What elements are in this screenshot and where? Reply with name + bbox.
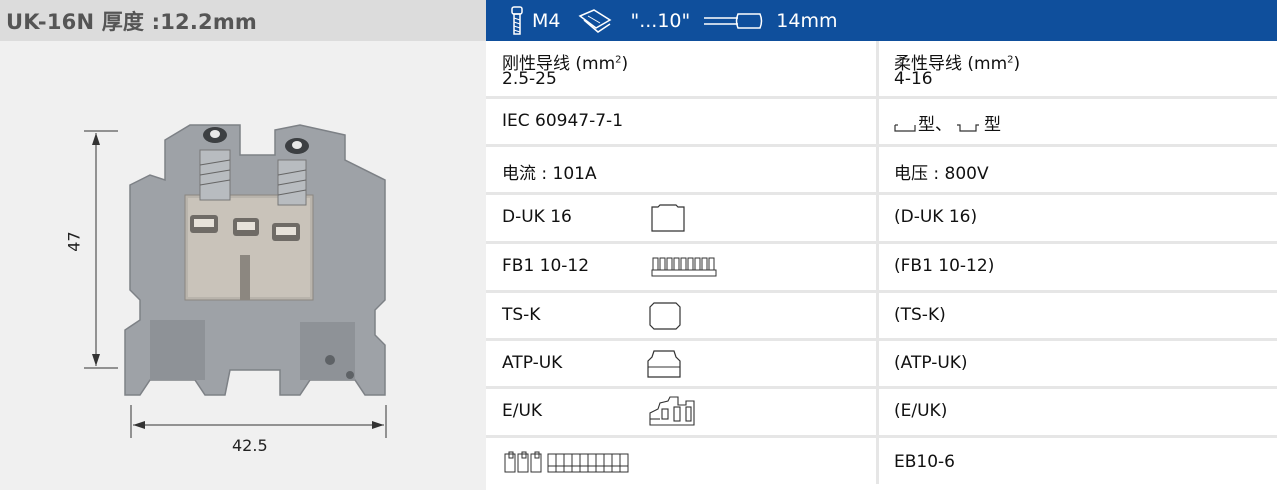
separator-part: ATP-UK bbox=[502, 353, 563, 373]
jumper-bar-icon bbox=[651, 257, 717, 277]
current-rating: 电流 : 101A bbox=[502, 164, 597, 184]
standard-label: IEC 60947-7-1 bbox=[502, 111, 624, 131]
table-row: ATP-UK (ATP-UK) bbox=[486, 341, 1277, 386]
strip-length: 14mm bbox=[776, 9, 838, 32]
product-title: UK-16N 厚度 :12.2mm bbox=[6, 9, 258, 34]
strip-length-icon bbox=[704, 12, 763, 29]
product-title-bar: UK-16N 厚度 :12.2mm bbox=[0, 0, 486, 41]
table-row: EB10-6 bbox=[486, 438, 1277, 484]
separator-plate-icon bbox=[647, 350, 681, 378]
marker-strip-part: EB10-6 bbox=[894, 452, 955, 472]
rigid-conductor-value: 2.5-25 bbox=[502, 69, 557, 89]
voltage-rating: 电压 : 800V bbox=[894, 164, 989, 184]
end-cover-icon bbox=[651, 204, 685, 232]
table-row: FB1 10-12 (FB1 10-12) bbox=[486, 244, 1277, 290]
g-rail-icon bbox=[957, 124, 979, 132]
screw-icon bbox=[511, 5, 523, 35]
rail-type-label-a: 型、 bbox=[918, 115, 952, 135]
table-row: 刚性导线 (mm2) 2.5-25 柔性导线 (mm2) 4-16 bbox=[486, 41, 1277, 96]
u-rail-icon bbox=[894, 124, 916, 132]
end-clamp-part: E/UK bbox=[502, 401, 543, 421]
ts-k-cover-icon bbox=[649, 302, 681, 330]
table-row: IEC 60947-7-1 型、 型 bbox=[486, 99, 1277, 144]
spec-header-bar: M4 "...10" 14mm bbox=[486, 0, 1277, 41]
rail-type-label-b: 型 bbox=[984, 115, 1001, 135]
screw-size: M4 bbox=[532, 9, 561, 32]
jumper-part: FB1 10-12 bbox=[502, 256, 590, 276]
separator-part-alt: (ATP-UK) bbox=[894, 353, 968, 373]
width-dimension: 42.5 bbox=[232, 436, 268, 455]
marker-strip-icon bbox=[504, 451, 629, 473]
table-row: E/UK (E/UK) bbox=[486, 389, 1277, 435]
jumper-part-alt: (FB1 10-12) bbox=[894, 256, 995, 276]
ts-k-part: TS-K bbox=[502, 305, 541, 325]
terminal-block-illustration bbox=[84, 124, 387, 438]
terminal-body bbox=[124, 124, 386, 396]
height-dimension: 47 bbox=[64, 231, 84, 252]
product-image-panel: 47 42.5 bbox=[0, 41, 486, 490]
end-cover-part-alt: (D-UK 16) bbox=[894, 207, 978, 227]
end-clamp-icon bbox=[649, 396, 695, 426]
end-clamp-part-alt: (E/UK) bbox=[894, 401, 948, 421]
screwdriver-icon bbox=[578, 8, 612, 33]
flexible-conductor-value: 4-16 bbox=[894, 69, 933, 89]
screwdriver-size: "...10" bbox=[630, 9, 691, 32]
table-row: D-UK 16 (D-UK 16) bbox=[486, 195, 1277, 241]
table-row: 电流 : 101A 电压 : 800V bbox=[486, 147, 1277, 192]
ts-k-part-alt: (TS-K) bbox=[894, 305, 946, 325]
table-row: TS-K (TS-K) bbox=[486, 293, 1277, 338]
end-cover-part: D-UK 16 bbox=[502, 207, 572, 227]
